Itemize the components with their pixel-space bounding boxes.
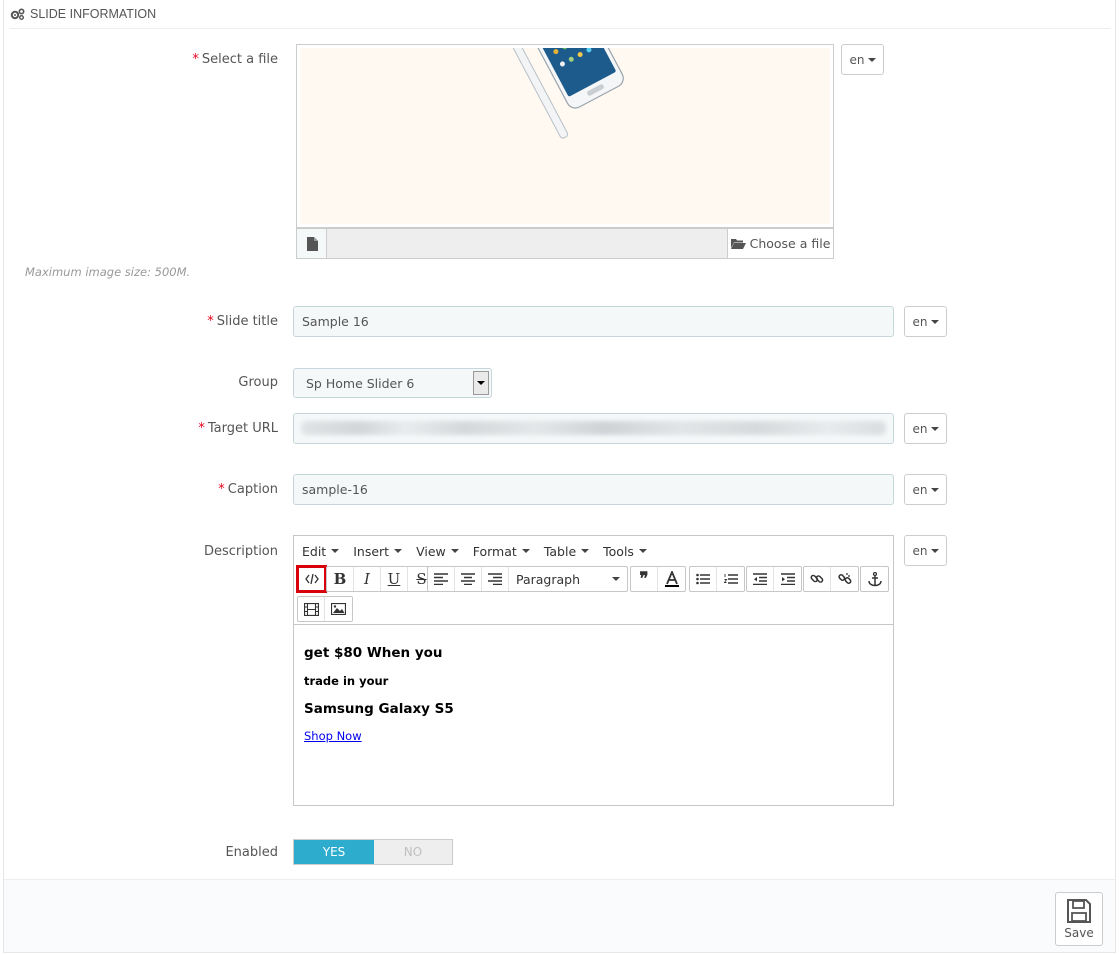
editor-content-area[interactable]: get $80 When you trade in your Samsung G… — [294, 624, 893, 805]
enabled-no-option[interactable]: NO — [374, 840, 452, 864]
panel-footer: Save — [4, 879, 1115, 952]
insert-image-button[interactable] — [325, 597, 352, 621]
text-color-icon — [664, 571, 679, 587]
quote-icon: ❞ — [639, 569, 649, 589]
bullet-list-icon — [696, 573, 710, 585]
code-icon — [304, 573, 319, 585]
slide-information-panel: SLIDE INFORMATION * Select a file en Cho… — [3, 0, 1116, 953]
file-name-field[interactable] — [327, 228, 727, 259]
slide-title-input[interactable]: Sample 16 — [293, 306, 894, 337]
target-url-label: * Target URL — [198, 421, 278, 436]
editor-menubar: Edit Insert View Format Table Tools — [294, 536, 893, 566]
panel-title: SLIDE INFORMATION — [30, 7, 157, 21]
numbered-list-icon — [723, 574, 738, 584]
caption-input[interactable]: sample-16 — [293, 474, 894, 505]
description-lang-dropdown[interactable]: en — [904, 535, 947, 566]
remove-link-button[interactable] — [831, 567, 858, 591]
max-size-help: Maximum image size: 500M. — [25, 265, 191, 279]
save-icon — [1067, 899, 1091, 923]
insert-video-button[interactable] — [298, 597, 325, 621]
enabled-label: Enabled — [225, 845, 278, 860]
caret-down-icon — [930, 548, 939, 553]
enabled-switch: YES NO — [293, 839, 453, 865]
menu-table[interactable]: Table — [544, 544, 590, 559]
image-preview — [296, 44, 834, 228]
menu-format[interactable]: Format — [473, 544, 530, 559]
caret-down-icon — [930, 319, 939, 324]
content-line-3: Samsung Galaxy S5 — [304, 701, 454, 717]
unlink-icon — [837, 573, 851, 584]
panel-heading: SLIDE INFORMATION — [10, 0, 1110, 29]
indent-button[interactable] — [774, 567, 801, 591]
required-marker: * — [207, 314, 214, 329]
group-select[interactable]: Sp Home Slider 6 — [293, 368, 492, 398]
link-icon — [810, 574, 824, 583]
required-marker: * — [218, 482, 225, 497]
block-format-select[interactable]: Paragraph — [509, 567, 627, 591]
numbered-list-button[interactable] — [717, 567, 744, 591]
editor-toolbar: B I U S Paragraph ❞ — [296, 565, 892, 624]
url-lang-dropdown[interactable]: en — [904, 413, 947, 444]
outdent-icon — [753, 573, 767, 585]
file-lang-dropdown[interactable]: en — [841, 44, 884, 75]
save-button[interactable]: Save — [1055, 892, 1103, 946]
select-file-label: * Select a file — [192, 52, 278, 67]
italic-button[interactable]: I — [354, 567, 381, 591]
indent-icon — [780, 573, 795, 585]
align-right-icon — [488, 573, 502, 585]
content-line-1: get $80 When you — [304, 645, 443, 661]
align-right-button[interactable] — [482, 567, 509, 591]
anchor-icon — [867, 571, 882, 586]
enabled-yes-option[interactable]: YES — [294, 840, 374, 864]
image-icon — [331, 603, 346, 615]
rich-text-editor: Edit Insert View Format Table Tools B I … — [293, 535, 894, 806]
anchor-button[interactable] — [861, 567, 888, 591]
align-center-button[interactable] — [455, 567, 482, 591]
source-code-button[interactable] — [296, 565, 327, 593]
align-left-icon — [434, 573, 448, 585]
caret-down-icon — [867, 57, 876, 62]
file-chooser: Choose a file — [296, 228, 834, 259]
cogs-icon — [10, 8, 25, 20]
menu-view[interactable]: View — [416, 544, 459, 559]
required-marker: * — [192, 52, 199, 67]
phone-image — [501, 48, 624, 139]
bullet-list-button[interactable] — [690, 567, 717, 591]
insert-link-button[interactable] — [804, 567, 831, 591]
caption-lang-dropdown[interactable]: en — [904, 474, 947, 505]
film-icon — [303, 602, 319, 616]
menu-tools[interactable]: Tools — [603, 544, 647, 559]
blurred-url-value — [301, 421, 886, 435]
slide-title-label: * Slide title — [207, 314, 278, 329]
align-center-icon — [461, 573, 475, 585]
align-left-button[interactable] — [428, 567, 455, 591]
title-lang-dropdown[interactable]: en — [904, 306, 947, 337]
text-color-button[interactable] — [658, 567, 685, 591]
shop-now-link[interactable]: Shop Now — [304, 729, 362, 743]
folder-open-icon — [730, 239, 746, 249]
dropdown-arrow-icon — [473, 371, 489, 395]
caption-label: * Caption — [218, 482, 278, 497]
required-marker: * — [198, 421, 205, 436]
menu-edit[interactable]: Edit — [302, 544, 340, 559]
underline-button[interactable]: U — [381, 567, 408, 591]
blockquote-button[interactable]: ❞ — [631, 567, 658, 591]
outdent-button[interactable] — [747, 567, 774, 591]
content-line-2: trade in your — [304, 674, 389, 688]
bold-button[interactable]: B — [327, 567, 354, 591]
choose-file-button[interactable]: Choose a file — [727, 228, 834, 259]
caret-down-icon — [930, 426, 939, 431]
group-label: Group — [238, 375, 278, 390]
caret-down-icon — [930, 487, 939, 492]
menu-insert[interactable]: Insert — [353, 544, 403, 559]
description-label: Description — [203, 544, 278, 559]
file-icon — [296, 228, 327, 259]
